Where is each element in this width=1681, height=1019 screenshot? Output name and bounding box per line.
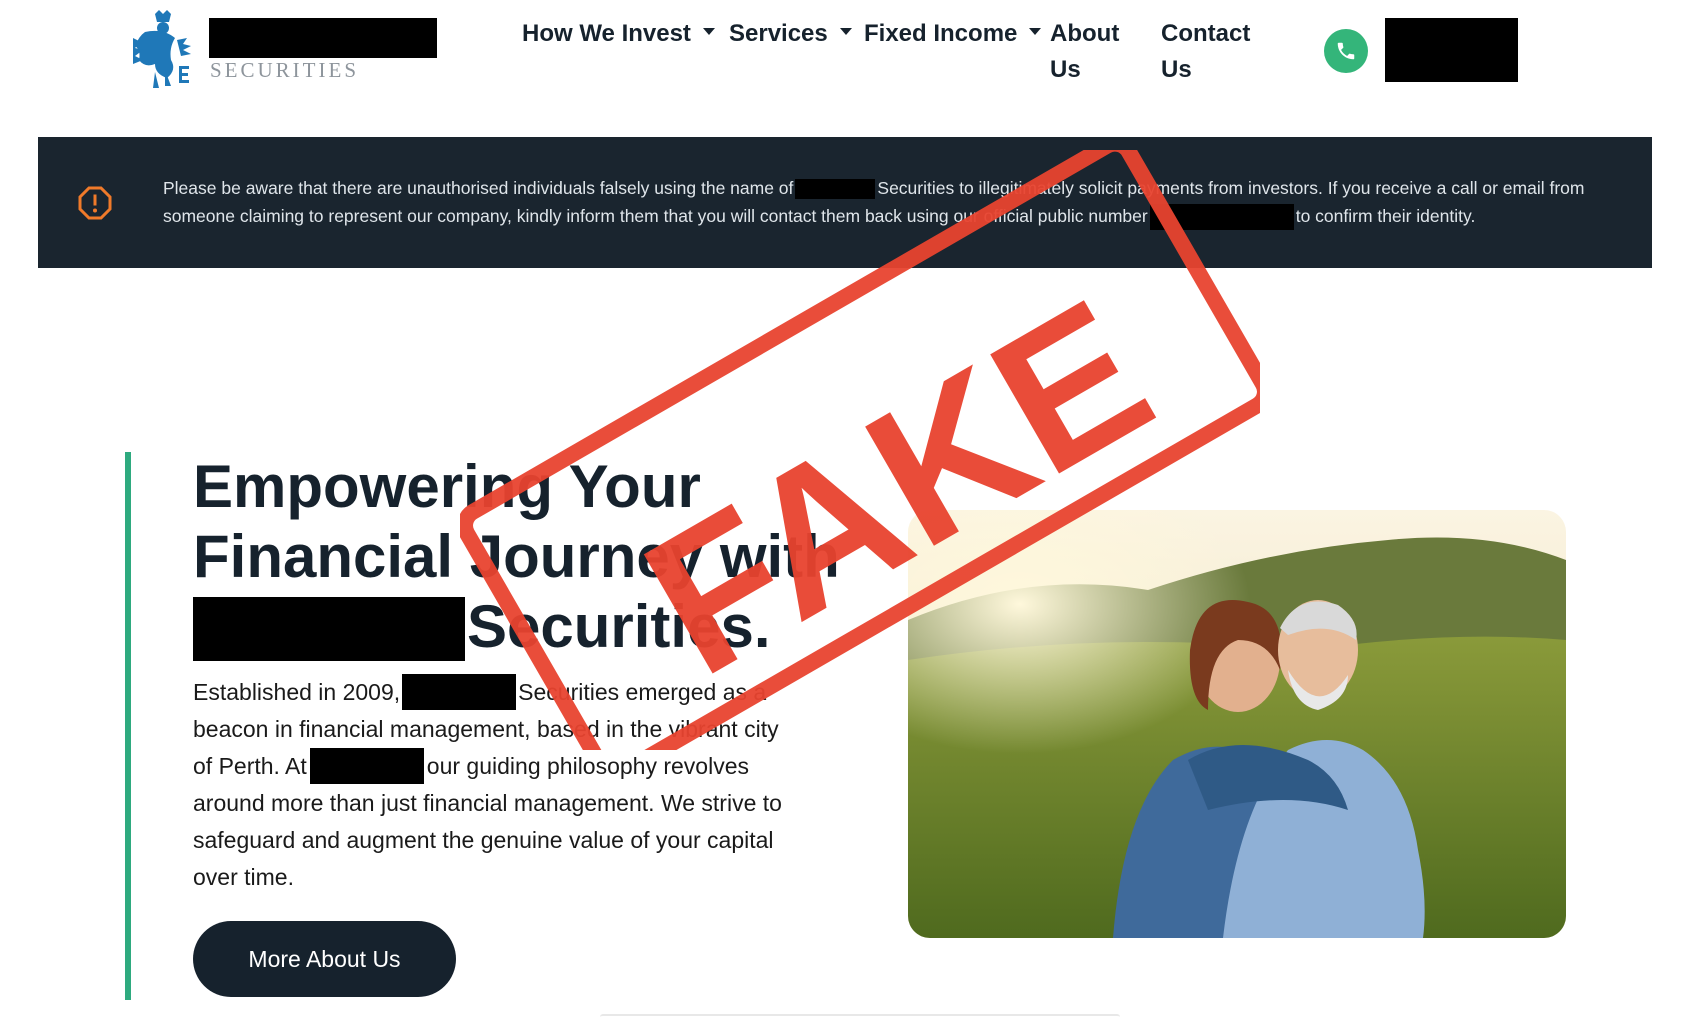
- nav-about-us-label: About: [1050, 20, 1120, 47]
- redacted-company-name: [309, 748, 424, 784]
- nav-about-us-label-2: Us: [1050, 56, 1081, 83]
- alert-text-part1: Please be aware that there are unauthori…: [163, 178, 794, 198]
- header-cta-redacted[interactable]: [1385, 18, 1518, 82]
- hero-photo-couple-embracing: [908, 510, 1566, 938]
- nav-contact-us[interactable]: Contact Us: [1161, 16, 1250, 88]
- nav-about-us[interactable]: About Us: [1050, 16, 1119, 88]
- phone-button[interactable]: [1324, 29, 1368, 73]
- nav-contact-us-label: Contact: [1161, 20, 1251, 47]
- redacted-company-name: [193, 597, 465, 661]
- phone-icon: [1337, 42, 1355, 60]
- nav-fixed-income-label: Fixed Income: [864, 20, 1018, 47]
- alert-text-part3: to confirm their identity.: [1295, 206, 1476, 226]
- redacted-company-name: [402, 674, 517, 710]
- redacted-phone-number: [1149, 204, 1294, 231]
- nav-services-label: Services: [729, 20, 828, 47]
- nav-fixed-income[interactable]: Fixed Income: [864, 16, 1042, 52]
- chevron-down-icon: [1029, 28, 1042, 36]
- hero-headline: Empowering Your Financial Journey with S…: [193, 452, 840, 662]
- nav-how-we-invest-label: How We Invest: [522, 20, 691, 47]
- hero-description: Established in 2009, Securities emerged a…: [193, 674, 803, 896]
- chevron-down-icon: [839, 28, 852, 36]
- nav-how-we-invest[interactable]: How We Invest: [522, 16, 715, 52]
- nav-contact-us-label-2: Us: [1161, 56, 1192, 83]
- scam-warning-text: Please be aware that there are unauthori…: [163, 174, 1623, 231]
- hero-headline-line2: Financial Journey with: [193, 523, 840, 590]
- warning-icon: [78, 186, 112, 220]
- redacted-company-name: [795, 179, 876, 200]
- hero-accent-bar: [125, 452, 131, 1000]
- next-section-edge: [600, 1014, 1120, 1019]
- hero-headline-line1: Empowering Your: [193, 453, 701, 520]
- hero-desc-part1: Established in 2009,: [193, 679, 401, 705]
- brand-subtitle: SECURITIES: [210, 58, 360, 82]
- hero-headline-line3: Securities.: [193, 592, 813, 662]
- nav-services[interactable]: Services: [729, 16, 852, 52]
- chevron-down-icon: [702, 28, 715, 36]
- hero-headline-line3-suffix: Securities.: [467, 593, 771, 660]
- company-logo-icon[interactable]: [125, 10, 193, 92]
- brand-name-redacted: [209, 18, 437, 58]
- more-about-us-button[interactable]: More About Us: [193, 921, 456, 997]
